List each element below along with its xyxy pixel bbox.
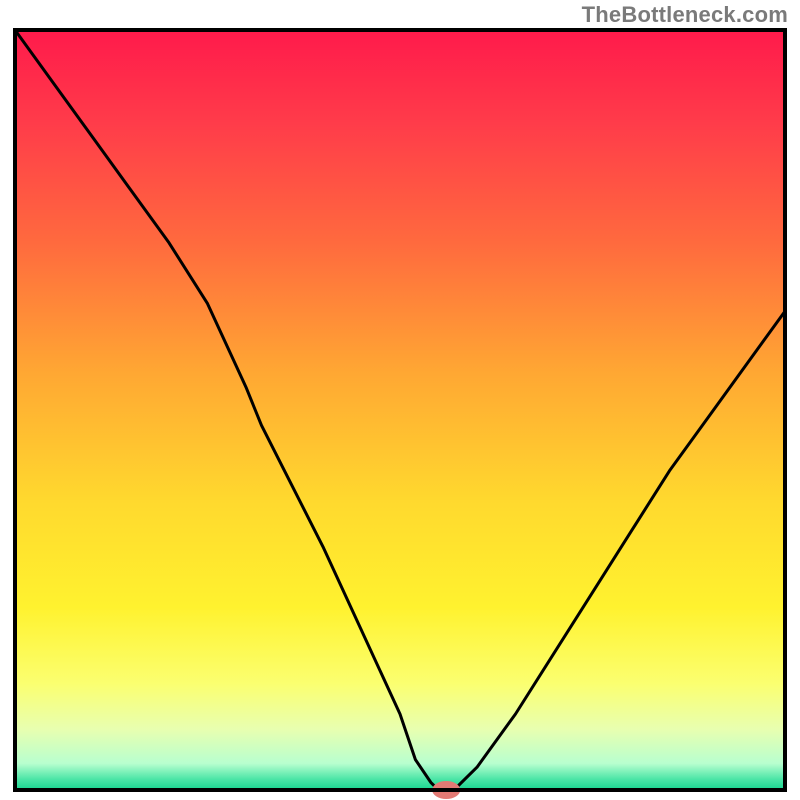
plot-area: [15, 30, 785, 799]
chart-container: TheBottleneck.com: [0, 0, 800, 800]
heat-gradient: [15, 30, 785, 790]
bottleneck-chart: [0, 0, 800, 800]
